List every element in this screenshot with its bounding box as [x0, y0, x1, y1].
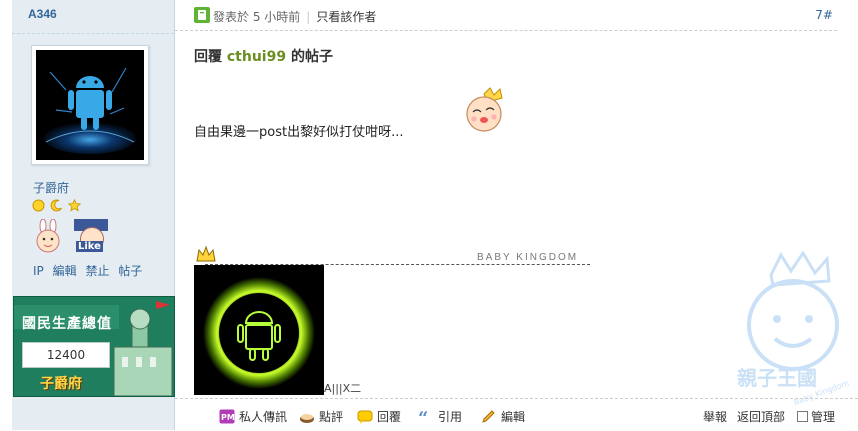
like-medal-icon[interactable]: Like: [74, 219, 108, 255]
gdp-footer-label: 子爵府: [40, 376, 82, 392]
watermark-text: 親子王國: [737, 366, 817, 390]
meta-divider: |: [306, 10, 311, 24]
pm-label: 私人傳訊: [239, 410, 288, 424]
reply-label: 回覆: [377, 410, 402, 424]
quote-button[interactable]: “ 引用: [418, 408, 462, 425]
user-admin-links: IP 編輯 禁止 帖子: [33, 262, 147, 279]
only-author-link[interactable]: 只看該作者: [316, 10, 376, 24]
rate-button[interactable]: 點評: [299, 408, 343, 425]
user-sidebar: A346 子爵府 Like IP 編輯 禁止 帖子 國民生產總值 12400 子…: [12, 0, 175, 430]
left-margin: [0, 0, 12, 430]
pm-button[interactable]: PM 私人傳訊: [219, 408, 287, 425]
star-icon: [67, 198, 81, 212]
manage-checkbox[interactable]: 管理: [797, 408, 835, 425]
reply-heading: 回覆 cthui99 的帖子: [194, 46, 333, 66]
like-badge-label: Like: [76, 241, 103, 252]
quote-icon: “: [418, 410, 428, 424]
username-link[interactable]: A346: [28, 7, 57, 21]
edit-user-link[interactable]: 編輯: [53, 264, 77, 278]
baby-kingdom-watermark: 親子王國 Baby Kingdom: [737, 250, 851, 407]
edit-icon: [482, 410, 495, 423]
gdp-value: 12400: [22, 342, 110, 368]
edit-label: 編輯: [501, 410, 526, 424]
svg-text:PM: PM: [221, 413, 235, 422]
post-body: 發表於 5 小時前 | 只看該作者 7# 回覆 cthui99 的帖子 自由果邊一p…: [175, 0, 858, 430]
reply-icon: [357, 410, 373, 424]
post-timestamp: 發表於 5 小時前: [213, 10, 301, 24]
signature-android-image: [194, 265, 324, 395]
crown-icon: [196, 245, 216, 262]
post-message: 自由果邊一post出黎好似打仗咁呀...: [194, 125, 404, 140]
reply-suffix: 的帖子: [290, 49, 333, 65]
baby-emoticon-icon: [466, 87, 503, 132]
online-status-icon: [194, 7, 210, 23]
gdp-widget: 國民生產總值 12400 子爵府: [13, 296, 175, 397]
rate-label: 點評: [319, 410, 344, 424]
pm-icon: PM: [219, 409, 235, 424]
medal-area: Like: [34, 219, 114, 255]
signature-brand: BABY KINGDOM: [477, 252, 579, 263]
avatar[interactable]: [31, 45, 149, 165]
reply-button[interactable]: 回覆: [357, 408, 401, 425]
reply-username[interactable]: cthui99: [227, 49, 286, 65]
user-rank: 子爵府: [33, 181, 70, 195]
user-posts-link[interactable]: 帖子: [118, 264, 142, 278]
manage-label: 管理: [811, 410, 836, 424]
manage-checkbox-box[interactable]: [797, 411, 808, 422]
report-link[interactable]: 舉報: [703, 408, 727, 425]
quote-label: 引用: [438, 410, 463, 424]
rank-stars: [32, 198, 82, 213]
ip-link[interactable]: IP: [33, 264, 44, 278]
signature-text: A|||X二: [324, 382, 362, 395]
svg-text:“: “: [418, 410, 428, 424]
post-action-bar: PM 私人傳訊 點評 回覆 “ 引用 編輯 舉報 返回頂部 管理: [175, 398, 858, 431]
post-floor-number[interactable]: 7#: [811, 8, 837, 22]
back-to-top-link[interactable]: 返回頂部: [737, 408, 785, 425]
gdp-title: 國民生產總值: [22, 316, 112, 332]
ban-user-link[interactable]: 禁止: [85, 264, 109, 278]
reply-prefix: 回覆: [194, 49, 222, 65]
sun-icon: [32, 199, 45, 212]
moon-icon: [50, 199, 63, 212]
post-meta: 發表於 5 小時前 | 只看該作者: [213, 8, 376, 25]
post-header: 發表於 5 小時前 | 只看該作者 7#: [175, 0, 837, 31]
android-avatar-image: [36, 50, 144, 160]
edit-post-button[interactable]: 編輯: [481, 408, 525, 425]
rate-icon: [300, 414, 314, 423]
sidebar-divider: [12, 33, 174, 34]
